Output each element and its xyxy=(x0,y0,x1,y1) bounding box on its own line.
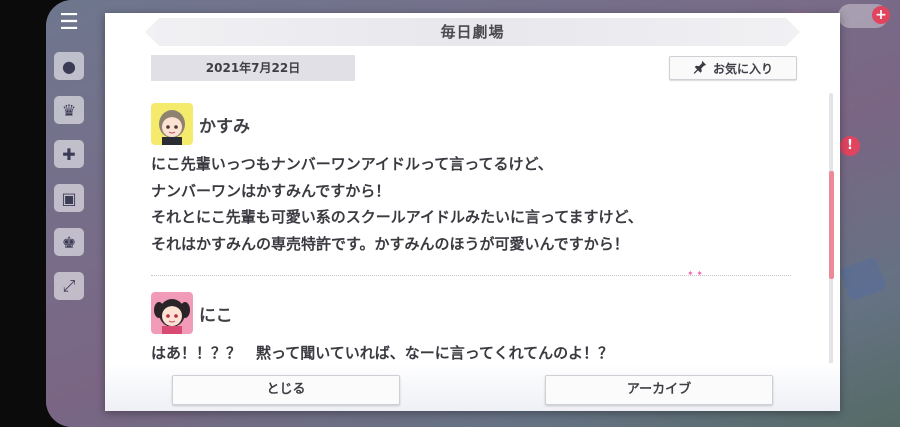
expand-icon[interactable]: ⤢ xyxy=(54,272,84,300)
dialogue-line: ナンバーワンはかすみんですから！ xyxy=(151,181,391,200)
dialogue-entry: かすみ にこ先輩いっつもナンバーワンアイドルって言ってるけど、 ナンバーワンはか… xyxy=(151,103,791,257)
sparkle-icon: ✦ ✦ xyxy=(687,269,703,278)
game-side-menu: ☰ ● ♛ ✚ ▣ ♚ ⤢ xyxy=(52,8,86,316)
archive-button[interactable]: アーカイブ xyxy=(545,375,773,405)
screen-icon[interactable]: ▣ xyxy=(54,184,84,212)
alert-icon[interactable]: ! xyxy=(840,136,860,156)
dialogue-line: それはかすみんの専売特許です。かすみんのほうが可愛いんですから！ xyxy=(151,234,629,253)
daily-theater-dialog: 毎日劇場 2021年7月22日 お気に入り かすみ にこ先輩いっつもナンバーワン… xyxy=(105,13,840,411)
board-tile-icon[interactable] xyxy=(839,256,887,302)
hamburger-menu-icon[interactable]: ☰ xyxy=(54,8,84,36)
gift-icon[interactable]: ✚ xyxy=(54,140,84,168)
game-right-ui: + ! xyxy=(838,0,900,427)
close-button[interactable]: とじる xyxy=(172,375,400,405)
member-icon[interactable]: ♚ xyxy=(54,228,84,256)
dialogue-line: にこ先輩いっつもナンバーワンアイドルって言ってるけど、 xyxy=(151,155,553,173)
date-label: 2021年7月22日 xyxy=(151,55,355,81)
scrollbar-thumb[interactable] xyxy=(829,171,834,279)
speaker-row: にこ xyxy=(151,292,791,334)
dialogue-entry: にこ はあ！！？？ 黙って聞いていれば、なーに言ってくれてんのよ！？ xyxy=(151,292,791,367)
pin-icon xyxy=(693,60,707,77)
chat-icon[interactable]: ● xyxy=(54,52,84,80)
present-icon[interactable]: ♛ xyxy=(54,96,84,124)
dialogue-line: それとにこ先輩も可愛い系のスクールアイドルみたいに言ってますけど、 xyxy=(151,208,643,226)
favorite-label: お気に入り xyxy=(712,61,773,76)
add-currency-icon[interactable]: + xyxy=(872,6,890,24)
nico-avatar xyxy=(151,292,193,334)
favorite-button[interactable]: お気に入り xyxy=(669,56,797,80)
kasumi-avatar xyxy=(151,103,193,145)
speaker-name: かすみ xyxy=(199,116,250,137)
speaker-name: にこ xyxy=(199,305,233,326)
phone-bezel xyxy=(0,0,52,427)
dialog-title: 毎日劇場 xyxy=(145,18,800,46)
speaker-row: かすみ xyxy=(151,103,791,145)
dialogue-scroll-area[interactable]: かすみ にこ先輩いっつもナンバーワンアイドルって言ってるけど、 ナンバーワンはか… xyxy=(151,97,791,367)
